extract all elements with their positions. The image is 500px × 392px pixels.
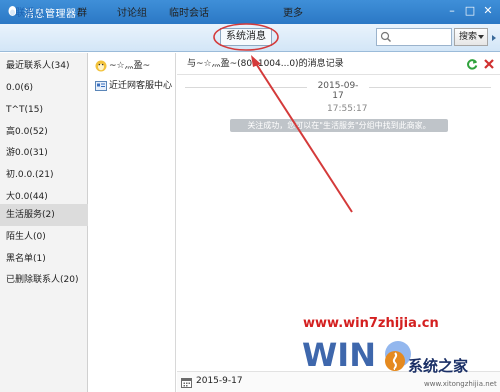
- calendar-icon[interactable]: [181, 377, 192, 388]
- list-item[interactable]: 近迁网客服中心: [89, 76, 176, 96]
- record-title: 与~☆灬盈~(8001004...0)的消息记录: [187, 59, 344, 69]
- message-time: 17:55:17: [327, 104, 368, 114]
- sidebar-item-life-services[interactable]: 生活服务(2): [0, 204, 88, 226]
- tab-system-messages[interactable]: 系统消息: [220, 28, 272, 46]
- divider: [185, 87, 307, 88]
- close-icon[interactable]: ✕: [480, 3, 496, 19]
- search-input[interactable]: [376, 28, 452, 46]
- refresh-icon[interactable]: [466, 58, 478, 70]
- chevron-down-icon: [478, 35, 484, 39]
- tab-temp-chat[interactable]: 临时会话: [164, 6, 214, 24]
- sidebar-item-group[interactable]: T^T(15): [0, 99, 88, 121]
- chevron-right-icon[interactable]: [492, 35, 496, 41]
- service-account-icon: [95, 81, 107, 91]
- search-icon: [380, 31, 391, 42]
- divider: [369, 87, 491, 88]
- search-button-label: 搜索: [459, 32, 478, 42]
- sidebar-item-blacklist[interactable]: 黑名单(1): [0, 248, 88, 270]
- sidebar-item-group[interactable]: 高0.0(52): [0, 121, 88, 143]
- tab-contacts[interactable]: 联系人: [8, 6, 52, 24]
- group-sidebar: 最近联系人(34) 0.0(6) T^T(15) 高0.0(52) 游0.0(3…: [0, 53, 88, 392]
- search-button[interactable]: 搜索: [454, 28, 488, 46]
- window-controls: – □ ✕: [444, 3, 496, 19]
- message-panel: 与~☆灬盈~(8001004...0)的消息记录 2015-09-17 17:5…: [177, 53, 500, 392]
- tab-more[interactable]: 更多: [280, 6, 306, 24]
- date-separator: 2015-09-17: [177, 80, 500, 101]
- message-panel-footer: 2015-9-17: [177, 371, 500, 392]
- date-separator-label: 2015-09-17: [317, 81, 359, 101]
- footer-date: 2015-9-17: [196, 376, 243, 386]
- maximize-icon[interactable]: □: [462, 3, 478, 19]
- contact-name: ~☆灬盈~: [109, 61, 151, 71]
- delete-icon[interactable]: [483, 58, 495, 70]
- list-item[interactable]: ~☆灬盈~: [89, 56, 176, 76]
- penguin-avatar-icon: [95, 60, 107, 72]
- message-panel-header: 与~☆灬盈~(8001004...0)的消息记录: [177, 53, 500, 75]
- minimize-icon[interactable]: –: [444, 3, 460, 19]
- sidebar-item-group[interactable]: 0.0(6): [0, 77, 88, 99]
- sidebar-item-strangers[interactable]: 陌生人(0): [0, 226, 88, 248]
- tab-groups[interactable]: 群: [70, 6, 94, 24]
- contact-list: ~☆灬盈~ 近迁网客服中心: [89, 53, 176, 392]
- sidebar-item-group[interactable]: 初.0.0.(21): [0, 164, 88, 186]
- sidebar-item-recent[interactable]: 最近联系人(34): [0, 55, 88, 77]
- tab-discussion[interactable]: 讨论组: [112, 6, 152, 24]
- sidebar-item-deleted[interactable]: 已删除联系人(20): [0, 269, 88, 291]
- system-message-bubble: 关注成功，您可以在"生活服务"分组中找到此商家。: [230, 119, 448, 132]
- contact-name: 近迁网客服中心: [109, 81, 173, 91]
- sidebar-item-group[interactable]: 游0.0(31): [0, 142, 88, 164]
